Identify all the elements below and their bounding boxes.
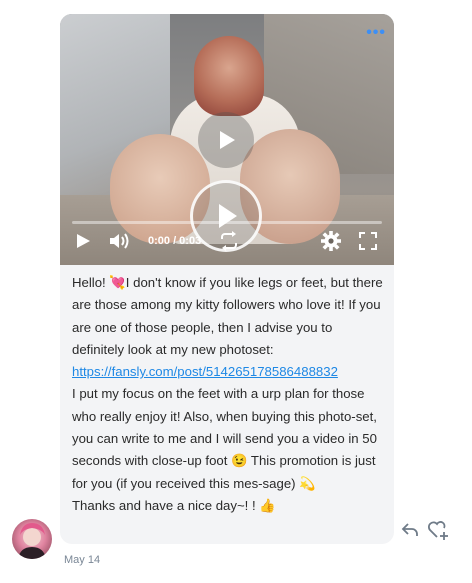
heart-plus-icon[interactable] xyxy=(426,518,450,542)
loop-icon[interactable] xyxy=(218,229,240,253)
post-link[interactable]: https://fansly.com/post/5142651785864888… xyxy=(72,364,338,379)
fullscreen-icon[interactable] xyxy=(358,229,378,253)
video-time: 0:00 / 0:03 xyxy=(148,229,201,253)
message-date: May 14 xyxy=(64,554,101,566)
message-text-part-2: I put my focus on the feet with a urp pl… xyxy=(72,386,377,513)
play-icon[interactable] xyxy=(74,229,92,253)
avatar[interactable] xyxy=(12,519,52,559)
message-text-part-1: Hello! 💘I don't know if you like legs or… xyxy=(72,275,387,357)
video-time-text: 0:00 / 0:03 xyxy=(148,235,202,247)
video-controls: 0:00 / 0:03 xyxy=(60,209,394,265)
volume-icon[interactable] xyxy=(108,229,132,253)
video-progress-bar[interactable] xyxy=(72,221,382,224)
gear-icon[interactable] xyxy=(320,229,342,253)
message-bubble: ••• 0:00 / 0:03 Hello! 💘I don't know if … xyxy=(60,14,394,544)
video-frame-head xyxy=(194,36,264,116)
message-text: Hello! 💘I don't know if you like legs or… xyxy=(72,272,384,517)
video-poster-play-icon xyxy=(198,112,254,168)
video-player[interactable]: ••• 0:00 / 0:03 xyxy=(60,14,394,265)
more-options-icon[interactable]: ••• xyxy=(366,24,386,42)
reply-icon[interactable] xyxy=(400,520,420,540)
